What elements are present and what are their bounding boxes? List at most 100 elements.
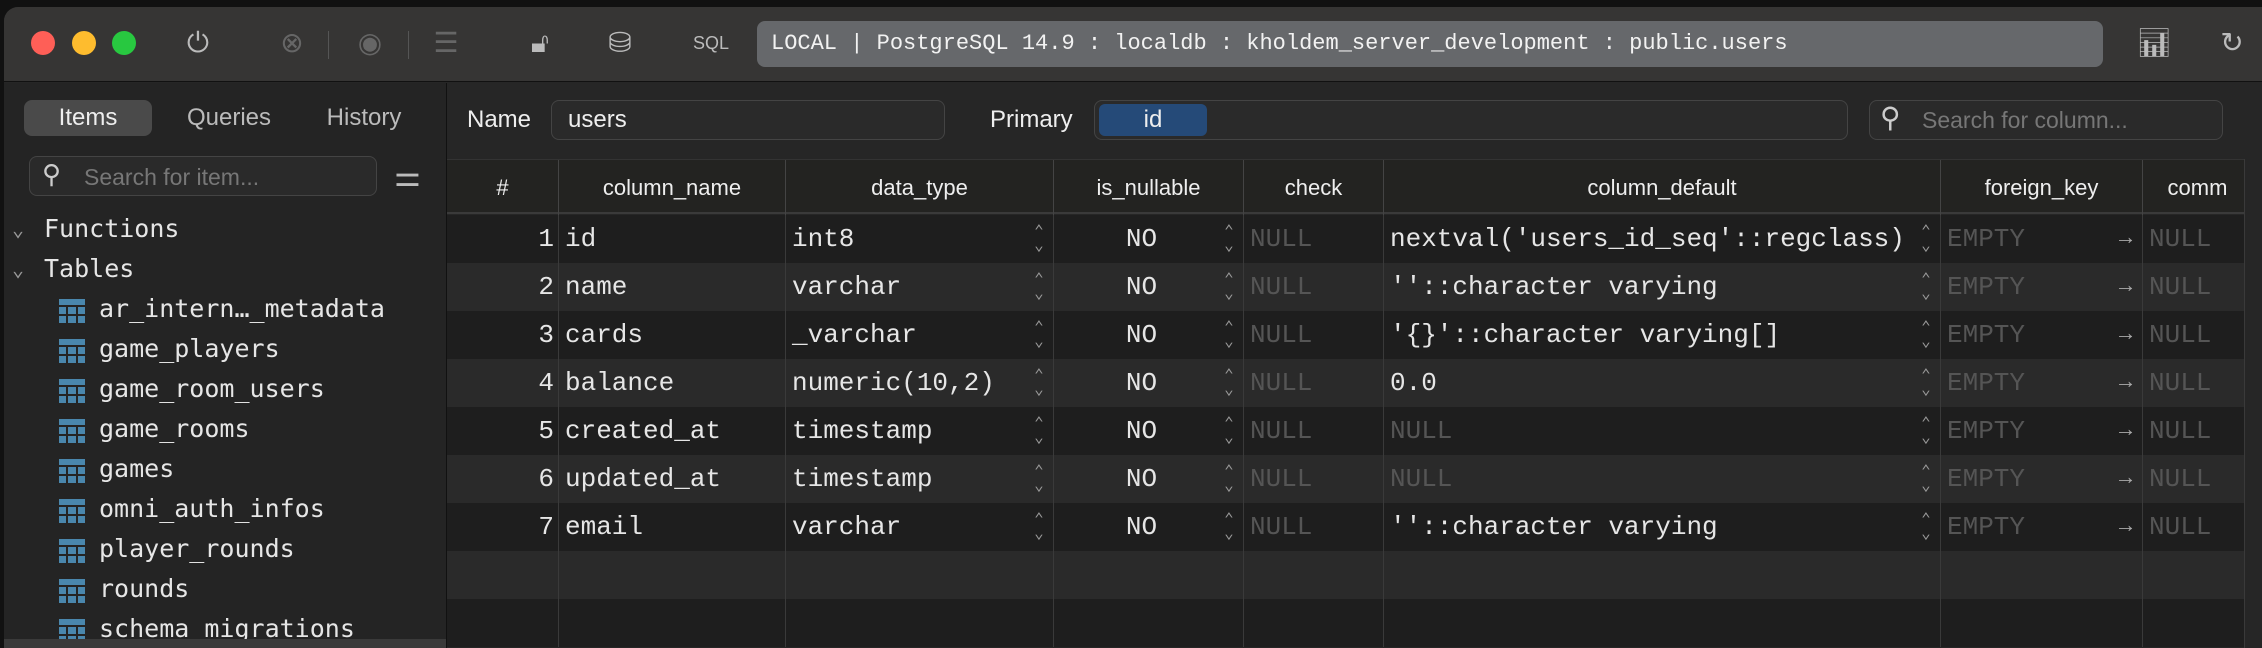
cell-type[interactable]: varchar ⌃ ⌄ [785, 263, 1053, 311]
cell-name[interactable]: updated_at [558, 455, 785, 503]
stepper-icon[interactable]: ⌃ ⌄ [1919, 359, 1933, 398]
cell-default[interactable]: '{}'::character varying[] ⌃ ⌄ [1383, 311, 1940, 359]
cell-default[interactable]: ''::character varying ⌃ ⌄ [1383, 503, 1940, 551]
cell-nullable[interactable]: NO ⌃ ⌄ [1053, 359, 1243, 407]
stepper-icon[interactable]: ⌃ ⌄ [1222, 263, 1236, 302]
table-row[interactable]: 4 balance numeric(10,2) ⌃ ⌄ NO ⌃ ⌄ NULL 0.0 ⌃ ⌄ EMPT… [447, 359, 2244, 407]
stepper-icon[interactable]: ⌃ ⌄ [1032, 455, 1046, 494]
table-row[interactable]: 2 name varchar ⌃ ⌄ NO ⌃ ⌄ NULL ''::character vary… [447, 263, 2244, 311]
cell-nullable[interactable]: NO ⌃ ⌄ [1053, 455, 1243, 503]
minimize-window-button[interactable] [72, 31, 96, 55]
column-header[interactable]: check [1243, 160, 1383, 215]
cell-check[interactable]: NULL [1243, 359, 1383, 407]
cell-nullable[interactable]: NO ⌃ ⌄ [1053, 503, 1243, 551]
column-header[interactable]: data_type [785, 160, 1053, 215]
cell-type[interactable]: timestamp ⌃ ⌄ [785, 455, 1053, 503]
stepper-icon[interactable]: ⌃ ⌄ [1222, 311, 1236, 350]
stop-icon[interactable]: ⊗ [274, 25, 310, 61]
column-header[interactable]: # [447, 160, 558, 215]
stepper-icon[interactable]: ⌃ ⌄ [1222, 359, 1236, 398]
column-header[interactable]: column_default [1383, 160, 1940, 215]
metrics-chart-icon[interactable]: 📊︎ [2136, 25, 2172, 61]
table-name-input[interactable]: users [551, 100, 945, 140]
cell-comment[interactable]: NULL [2142, 263, 2252, 311]
cell-fk[interactable]: EMPTY → [1940, 311, 2142, 359]
table-row[interactable]: 5 created_at timestamp ⌃ ⌄ NO ⌃ ⌄ NULL NULL ⌃ ⌄ EMPT… [447, 407, 2244, 455]
cell-name[interactable]: cards [558, 311, 785, 359]
group-functions[interactable]: Functions [44, 209, 179, 249]
cell-fk[interactable]: EMPTY → [1940, 359, 2142, 407]
preview-eye-icon[interactable]: ◉ [352, 25, 388, 61]
cell-comment[interactable]: NULL [2142, 215, 2252, 263]
cell-fk[interactable]: EMPTY → [1940, 455, 2142, 503]
cell-comment[interactable]: NULL [2142, 503, 2252, 551]
stepper-icon[interactable]: ⌃ ⌄ [1032, 215, 1046, 254]
vertical-scrollbar[interactable] [2244, 159, 2262, 648]
cell-name[interactable]: id [558, 215, 785, 263]
arrow-right-icon[interactable]: → [2119, 359, 2132, 407]
cell-default[interactable]: NULL ⌃ ⌄ [1383, 407, 1940, 455]
stepper-icon[interactable]: ⌃ ⌄ [1032, 503, 1046, 542]
database-icon[interactable]: ⛁ [602, 25, 638, 61]
close-window-button[interactable] [31, 31, 55, 55]
cell-type[interactable]: numeric(10,2) ⌃ ⌄ [785, 359, 1053, 407]
primary-key-chip[interactable]: id [1099, 104, 1207, 136]
cell-comment[interactable]: NULL [2142, 407, 2252, 455]
cell-n[interactable]: 1 [447, 215, 558, 263]
arrow-right-icon[interactable]: → [2119, 455, 2132, 503]
stepper-icon[interactable]: ⌃ ⌄ [1919, 215, 1933, 254]
cell-type[interactable]: timestamp ⌃ ⌄ [785, 407, 1053, 455]
stepper-icon[interactable]: ⌃ ⌄ [1919, 263, 1933, 302]
stepper-icon[interactable]: ⌃ ⌄ [1222, 215, 1236, 254]
cell-nullable[interactable]: NO ⌃ ⌄ [1053, 407, 1243, 455]
cell-comment[interactable]: NULL [2142, 359, 2252, 407]
cell-fk[interactable]: EMPTY → [1940, 215, 2142, 263]
primary-key-input[interactable]: id [1094, 100, 1848, 140]
table-row[interactable]: 3 cards _varchar ⌃ ⌄ NO ⌃ ⌄ NULL '{}'::character … [447, 311, 2244, 359]
arrow-right-icon[interactable]: → [2119, 407, 2132, 455]
cell-n[interactable]: 6 [447, 455, 558, 503]
cell-nullable[interactable]: NO ⌃ ⌄ [1053, 311, 1243, 359]
cell-check[interactable]: NULL [1243, 455, 1383, 503]
arrow-right-icon[interactable]: → [2119, 503, 2132, 551]
stepper-icon[interactable]: ⌃ ⌄ [1919, 407, 1933, 446]
cell-name[interactable]: balance [558, 359, 785, 407]
cell-name[interactable]: created_at [558, 407, 785, 455]
cell-fk[interactable]: EMPTY → [1940, 503, 2142, 551]
arrow-right-icon[interactable]: → [2119, 215, 2132, 263]
item-search-input[interactable]: ⚲ Search for item... [29, 156, 377, 196]
tab-history[interactable]: History [304, 100, 424, 136]
table-row[interactable]: 1 id int8 ⌃ ⌄ NO ⌃ ⌄ NULL nextval('users_id_seq':… [447, 215, 2244, 263]
cell-name[interactable]: email [558, 503, 785, 551]
filter-sliders-icon[interactable]: ⚌ [394, 159, 421, 194]
refresh-icon[interactable]: ↻ [2214, 25, 2250, 61]
cell-default[interactable]: nextval('users_id_seq'::regclass) ⌃ ⌄ [1383, 215, 1940, 263]
group-tables[interactable]: Tables [44, 249, 134, 289]
stepper-icon[interactable]: ⌃ ⌄ [1032, 407, 1046, 446]
cell-fk[interactable]: EMPTY → [1940, 263, 2142, 311]
chevron-down-icon[interactable]: ⌄ [12, 209, 36, 249]
sort-lines-icon[interactable]: ☰ [428, 25, 464, 61]
stepper-icon[interactable]: ⌃ ⌄ [1032, 311, 1046, 350]
chevron-down-icon[interactable]: ⌄ [12, 249, 36, 289]
cell-default[interactable]: 0.0 ⌃ ⌄ [1383, 359, 1940, 407]
stepper-icon[interactable]: ⌃ ⌄ [1032, 359, 1046, 398]
cell-check[interactable]: NULL [1243, 503, 1383, 551]
stepper-icon[interactable]: ⌃ ⌄ [1919, 455, 1933, 494]
tab-queries[interactable]: Queries [164, 100, 294, 136]
cell-check[interactable]: NULL [1243, 407, 1383, 455]
column-header[interactable]: column_name [558, 160, 785, 215]
cell-default[interactable]: ''::character varying ⌃ ⌄ [1383, 263, 1940, 311]
stepper-icon[interactable]: ⌃ ⌄ [1222, 455, 1236, 494]
cell-comment[interactable]: NULL [2142, 311, 2252, 359]
cell-n[interactable]: 4 [447, 359, 558, 407]
stepper-icon[interactable]: ⌃ ⌄ [1222, 407, 1236, 446]
cell-check[interactable]: NULL [1243, 311, 1383, 359]
cell-name[interactable]: name [558, 263, 785, 311]
connection-plug-icon[interactable]: ⏻ [180, 25, 216, 61]
cell-n[interactable]: 5 [447, 407, 558, 455]
cell-type[interactable]: _varchar ⌃ ⌄ [785, 311, 1053, 359]
cell-fk[interactable]: EMPTY → [1940, 407, 2142, 455]
stepper-icon[interactable]: ⌃ ⌄ [1222, 503, 1236, 542]
column-header[interactable]: comm [2142, 160, 2252, 215]
